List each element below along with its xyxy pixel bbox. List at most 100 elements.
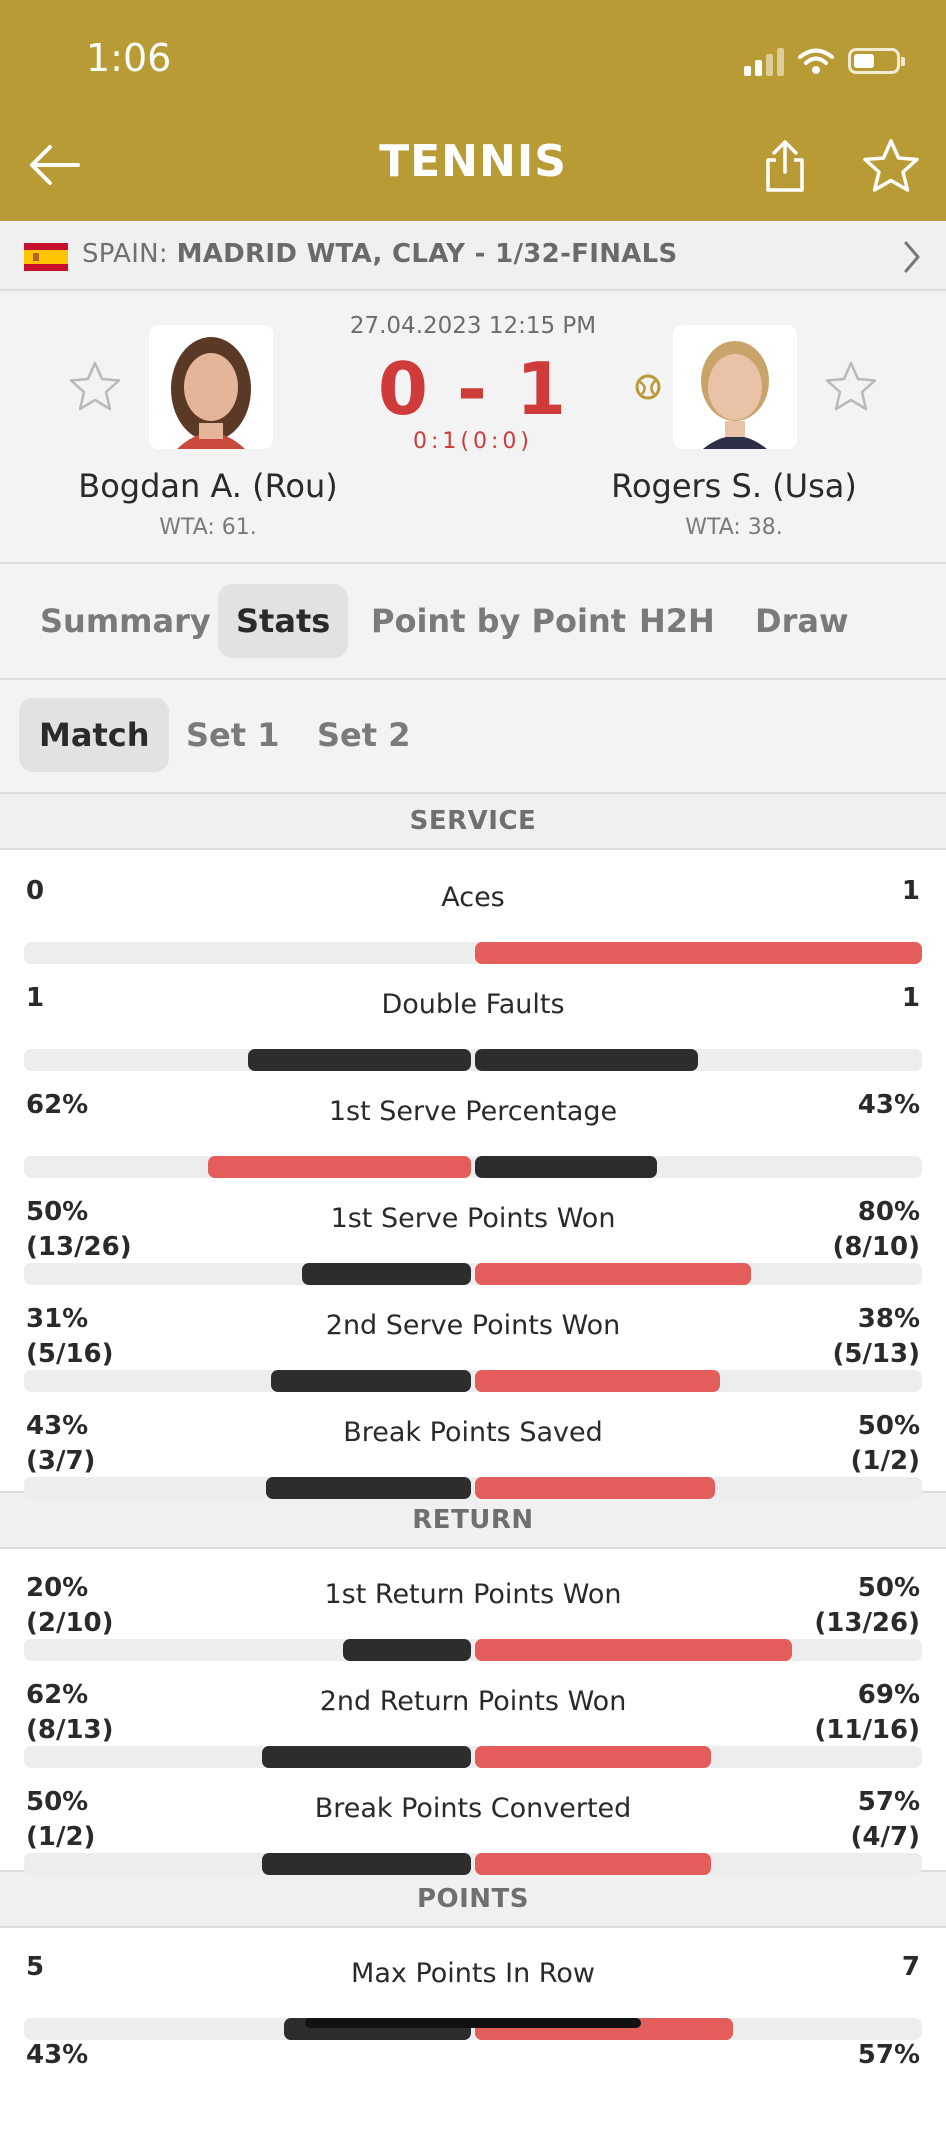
period-tab-set-1[interactable]: Set 1 bbox=[166, 698, 299, 772]
period-tabs: Match Set 1 Set 2 bbox=[0, 680, 946, 794]
stat-bar-track bbox=[24, 1853, 922, 1875]
stat-bar-track bbox=[24, 1477, 922, 1499]
stat-away-bar bbox=[475, 1639, 792, 1661]
favorite-star-icon[interactable] bbox=[860, 136, 922, 196]
stat-name: 1st Return Points Won bbox=[324, 1579, 622, 1610]
stat-row: 62% (8/13) 2nd Return Points Won 69% (11/16) bbox=[0, 1662, 946, 1769]
stat-name: Double Faults bbox=[381, 989, 565, 1020]
stat-away-value: 57% bbox=[857, 2040, 920, 2070]
stat-home-bar bbox=[248, 1049, 471, 1071]
stat-away-value: 80% (8/10) bbox=[832, 1195, 920, 1265]
stat-away-primary: 43% bbox=[857, 1090, 920, 1120]
stat-away-primary: 69% bbox=[857, 1680, 920, 1710]
away-player-favorite-star-icon[interactable] bbox=[822, 359, 880, 417]
spain-flag-icon bbox=[24, 243, 68, 271]
stat-away-bar bbox=[475, 1853, 711, 1875]
stat-away-primary: 50% bbox=[857, 1411, 920, 1441]
stat-away-bar bbox=[475, 1156, 657, 1178]
stat-away-detail: (1/2) bbox=[850, 1446, 920, 1476]
status-icons bbox=[744, 44, 905, 78]
stat-home-detail: (13/26) bbox=[26, 1232, 132, 1262]
cellular-signal-icon bbox=[744, 46, 784, 76]
status-time: 1:06 bbox=[86, 36, 172, 80]
away-player-name[interactable]: Rogers S. (Usa) bbox=[574, 467, 894, 505]
home-player-rank: WTA: 61. bbox=[159, 515, 257, 540]
home-player-name[interactable]: Bogdan A. (Rou) bbox=[48, 467, 368, 505]
period-tab-match[interactable]: Match bbox=[19, 698, 170, 772]
stat-name: Aces bbox=[441, 882, 505, 913]
stat-home-detail: (5/16) bbox=[26, 1339, 114, 1369]
stat-name: 1st Serve Points Won bbox=[330, 1203, 616, 1234]
stat-home-bar bbox=[208, 1156, 471, 1178]
league-title: SPAIN: MADRID WTA, CLAY - 1/32-FINALS bbox=[82, 239, 678, 269]
tab-summary[interactable]: Summary bbox=[22, 584, 229, 658]
serving-ball-icon bbox=[635, 374, 661, 400]
detail-tabs: Summary Stats Point by Point H2H Draw bbox=[0, 564, 946, 680]
stat-away-detail: (8/10) bbox=[832, 1232, 920, 1262]
stat-home-detail: (3/7) bbox=[26, 1446, 96, 1476]
app-header: 1:06 TENNIS bbox=[0, 0, 946, 221]
period-tab-set-2[interactable]: Set 2 bbox=[297, 698, 430, 772]
stat-name: 2nd Serve Points Won bbox=[325, 1310, 621, 1341]
stat-row: 1 Double Faults 1 bbox=[0, 965, 946, 1072]
tab-draw[interactable]: Draw bbox=[737, 584, 867, 658]
section-header-points: POINTS bbox=[0, 1870, 946, 1928]
stat-row: 31% (5/16) 2nd Serve Points Won 38% (5/13) bbox=[0, 1286, 946, 1393]
tab-h2h[interactable]: H2H bbox=[621, 584, 733, 658]
stat-away-primary: 7 bbox=[901, 1952, 920, 1982]
wifi-icon bbox=[798, 48, 834, 74]
stat-away-detail: (5/13) bbox=[832, 1339, 920, 1369]
stat-away-value: 69% (11/16) bbox=[814, 1678, 920, 1748]
match-datetime: 27.04.2023 12:15 PM bbox=[349, 313, 597, 339]
stat-away-value: 1 bbox=[902, 981, 920, 1016]
stat-home-detail: (1/2) bbox=[26, 1822, 96, 1852]
stat-row: 43% (3/7) Break Points Saved 50% (1/2) bbox=[0, 1393, 946, 1500]
stat-row: 50% (1/2) Break Points Converted 57% (4/7) bbox=[0, 1769, 946, 1876]
stat-name: Break Points Converted bbox=[314, 1793, 632, 1824]
section-header-service: SERVICE bbox=[0, 792, 946, 850]
league-bar[interactable]: SPAIN: MADRID WTA, CLAY - 1/32-FINALS bbox=[0, 221, 946, 291]
match-score: 0 - 1 bbox=[377, 347, 569, 431]
stat-home-bar bbox=[271, 1370, 471, 1392]
stat-away-detail: (11/16) bbox=[814, 1715, 920, 1745]
stat-away-value: 50% (1/2) bbox=[851, 1409, 920, 1479]
stat-away-primary: 1 bbox=[901, 876, 920, 906]
stat-bar-track bbox=[24, 1370, 922, 1392]
stat-bar-track bbox=[24, 1156, 922, 1178]
stat-away-bar bbox=[475, 1263, 751, 1285]
stat-away-detail: (13/26) bbox=[814, 1608, 920, 1638]
stat-away-bar bbox=[475, 1746, 711, 1768]
stat-away-bar bbox=[475, 1049, 698, 1071]
stat-away-value: 43% bbox=[858, 1088, 920, 1123]
stat-name: Max Points In Row bbox=[351, 1958, 595, 1989]
stat-bar-track bbox=[24, 1049, 922, 1071]
league-competition: MADRID WTA, CLAY - 1/32-FINALS bbox=[176, 239, 678, 269]
tab-point-by-point[interactable]: Point by Point bbox=[353, 584, 644, 658]
stat-away-value: 50% (13/26) bbox=[814, 1571, 920, 1641]
stat-bar-track bbox=[24, 1746, 922, 1768]
stat-home-bar bbox=[266, 1477, 471, 1499]
share-icon[interactable] bbox=[760, 136, 810, 196]
stat-away-bar bbox=[475, 942, 922, 964]
stat-away-bar bbox=[475, 1370, 720, 1392]
away-player-avatar[interactable] bbox=[673, 325, 797, 449]
stat-name: 2nd Return Points Won bbox=[319, 1686, 627, 1717]
stat-home-bar bbox=[262, 1853, 471, 1875]
chevron-right-icon bbox=[904, 241, 920, 273]
stat-home-value: 43% bbox=[26, 2040, 89, 2070]
stat-away-bar bbox=[475, 1477, 715, 1499]
stat-row: 62% 1st Serve Percentage 43% bbox=[0, 1072, 946, 1179]
stat-away-detail: (4/7) bbox=[850, 1822, 920, 1852]
stat-row: 0 Aces 1 bbox=[0, 858, 946, 965]
away-player-rank: WTA: 38. bbox=[685, 515, 783, 540]
stat-bar-track bbox=[24, 1263, 922, 1285]
tab-stats[interactable]: Stats bbox=[218, 584, 349, 658]
league-country: SPAIN: bbox=[82, 239, 168, 269]
match-header: Bogdan A. (Rou) WTA: 61. 27.04.2023 12:1… bbox=[0, 291, 946, 564]
stat-away-primary: 38% bbox=[857, 1304, 920, 1334]
stat-home-detail: (8/13) bbox=[26, 1715, 114, 1745]
stat-row-partial: 43% 57% bbox=[0, 2022, 946, 2129]
stat-home-bar bbox=[262, 1746, 471, 1768]
stat-away-value: 1 bbox=[902, 874, 920, 909]
stat-home-bar bbox=[302, 1263, 471, 1285]
